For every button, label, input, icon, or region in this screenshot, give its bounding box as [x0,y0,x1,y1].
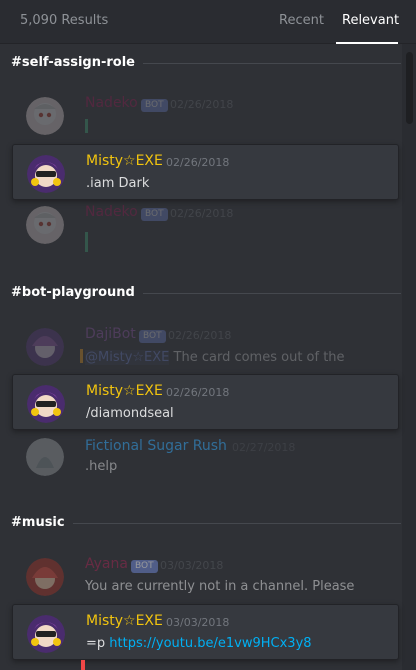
message-content: =p https://youtu.be/e1vw9HCx3y8 [86,636,312,651]
message-author[interactable]: Fictional Sugar Rush [85,438,227,454]
ayana-avatar [26,558,64,596]
bot-badge: BOT [141,99,168,112]
bot-badge: BOT [139,330,166,343]
active-tab-indicator [336,42,398,44]
sugar-avatar [26,438,64,476]
channel-name: #bot-playground [11,283,143,303]
misty-avatar [27,155,65,193]
message-timestamp: 02/26/2018 [166,156,230,169]
embed-accent-bar [81,660,85,670]
channel-header-music[interactable]: #music [11,513,401,533]
message-timestamp: 02/26/2018 [166,386,230,399]
channel-header-bot-playground[interactable]: #bot-playground [11,283,401,303]
message-content: @Misty☆EXE The card comes out of the [80,349,345,365]
tab-relevant[interactable]: Relevant [342,13,399,28]
message-timestamp: 02/26/2018 [168,329,232,342]
dajibot-avatar [26,328,64,366]
misty-avatar [27,615,65,653]
search-results-header: 5,090 Results Recent Relevant [0,0,416,44]
embed-accent-bar [80,349,83,363]
search-result-message[interactable]: Ayana BOT 03/03/2018 You are currently n… [12,548,399,604]
message-content: .iam Dark [86,176,150,191]
user-mention[interactable]: @Misty☆EXE [85,350,170,365]
results-count: 5,090 Results [20,13,109,28]
nadeko-avatar [26,206,64,244]
search-result-message[interactable]: Nadeko BOT 02/26/2018 [12,87,399,143]
message-content: /diamondseal [86,406,174,421]
misty-avatar [27,385,65,423]
message-author[interactable]: Misty☆EXE [86,383,163,399]
channel-header-self-assign-role[interactable]: #self-assign-role [11,53,401,73]
nadeko-avatar [26,97,64,135]
search-result-message-highlighted[interactable]: Misty☆EXE 03/03/2018 =p https://youtu.be… [12,604,399,660]
message-timestamp: 03/03/2018 [166,616,230,629]
message-timestamp: 03/03/2018 [160,559,224,572]
embed-accent-bar [85,232,88,252]
youtube-link[interactable]: https://youtu.be/e1vw9HCx3y8 [109,636,311,651]
bot-badge: BOT [131,560,158,573]
search-result-message[interactable]: Nadeko BOT 02/26/2018 [12,196,399,256]
message-author[interactable]: DajiBot [85,326,136,342]
channel-name: #self-assign-role [11,53,144,73]
message-author[interactable]: Nadeko [85,95,138,111]
scrollbar-thumb[interactable] [406,52,413,124]
message-author[interactable]: Nadeko [85,204,138,220]
message-author[interactable]: Ayana [85,556,128,572]
message-timestamp: 02/26/2018 [170,98,234,111]
search-result-message[interactable]: DajiBot BOT 02/26/2018 @Misty☆EXE The ca… [12,318,399,374]
search-result-message[interactable]: Fictional Sugar Rush 02/27/2018 .help [12,428,399,484]
message-timestamp: 02/26/2018 [170,207,234,220]
search-result-message-highlighted[interactable]: Misty☆EXE 02/26/2018 .iam Dark [12,144,399,200]
message-content: You are currently not in a channel. Plea… [85,579,355,594]
tab-recent[interactable]: Recent [279,13,324,28]
embed-accent-bar [85,119,88,133]
message-timestamp: 02/27/2018 [232,441,296,454]
message-author[interactable]: Misty☆EXE [86,153,163,169]
scrollbar-track[interactable] [402,44,416,670]
command-prefix: =p [86,636,106,651]
search-result-message-highlighted[interactable]: Misty☆EXE 02/26/2018 /diamondseal [12,374,399,430]
channel-name: #music [11,513,73,533]
message-content: .help [85,459,118,474]
message-author[interactable]: Misty☆EXE [86,613,163,629]
message-text: The card comes out of the [173,350,345,365]
bot-badge: BOT [141,208,168,221]
